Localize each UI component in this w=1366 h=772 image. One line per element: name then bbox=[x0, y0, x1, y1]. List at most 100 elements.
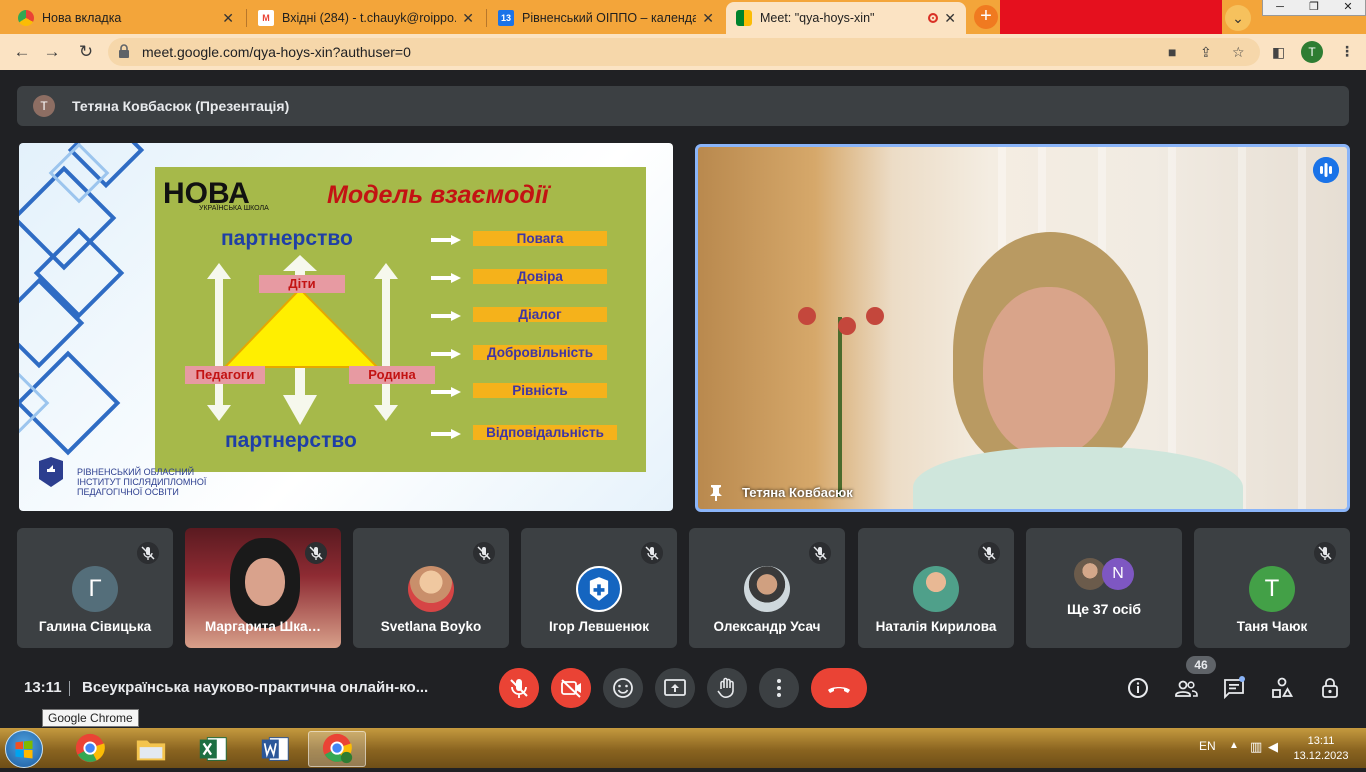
participant-tile[interactable]: T Таня Чаюк bbox=[1194, 528, 1350, 648]
tab-divider bbox=[246, 9, 247, 27]
participant-name: Ігор Левшенюк bbox=[549, 619, 649, 634]
raise-hand-button[interactable] bbox=[707, 668, 747, 708]
window-controls: ─ ❐ ✕ bbox=[1262, 0, 1366, 16]
triangle-label-teachers: Педагоги bbox=[185, 366, 265, 384]
pin-icon[interactable] bbox=[708, 483, 724, 501]
camera-icon[interactable]: ■ bbox=[1168, 44, 1176, 60]
windows-logo-icon bbox=[15, 740, 33, 759]
participant-tile[interactable]: Маргарита Шка… bbox=[185, 528, 341, 648]
speaking-indicator-icon bbox=[1313, 157, 1339, 183]
system-time: 13:11 bbox=[1307, 735, 1335, 747]
participant-tile[interactable]: Svetlana Boyko bbox=[353, 528, 509, 648]
new-tab-button[interactable]: + bbox=[974, 5, 998, 29]
more-menu-icon[interactable]: ⋮ bbox=[1340, 43, 1354, 60]
tab-search-button[interactable]: ⌄ bbox=[1225, 5, 1251, 31]
presenter-avatar: T bbox=[33, 95, 55, 117]
tab-meet[interactable]: Meet: "qya-hoys-xin" ✕ bbox=[726, 2, 966, 34]
taskbar-excel[interactable] bbox=[184, 731, 242, 767]
participant-tile[interactable]: Наталія Кирилова bbox=[858, 528, 1014, 648]
activities-icon[interactable] bbox=[1270, 676, 1294, 700]
profile-avatar[interactable]: T bbox=[1301, 41, 1323, 63]
tab-label: Рівненський ОІППО – календар bbox=[522, 11, 697, 25]
tab-new-tab[interactable]: Нова вкладка ✕ bbox=[8, 2, 244, 34]
lock-icon[interactable] bbox=[118, 44, 130, 58]
minimize-button[interactable]: ─ bbox=[1263, 0, 1297, 15]
flower-stem bbox=[838, 317, 842, 497]
leave-call-button[interactable] bbox=[811, 668, 867, 708]
presenter-label: Тетяна Ковбасюк (Презентація) bbox=[72, 98, 290, 114]
meet-icon bbox=[736, 10, 752, 26]
language-indicator[interactable]: EN bbox=[1199, 739, 1216, 753]
arrow-right-icon bbox=[431, 349, 461, 359]
back-button[interactable]: ← bbox=[10, 40, 34, 64]
side-panel-icon[interactable]: ◧ bbox=[1272, 44, 1285, 61]
institute-logo-icon bbox=[589, 577, 609, 601]
window-close-button[interactable]: ✕ bbox=[1331, 0, 1365, 15]
participant-name: Таня Чаюк bbox=[1236, 619, 1308, 634]
emoji-reaction-button[interactable] bbox=[603, 668, 643, 708]
institute-logo-icon bbox=[39, 457, 63, 487]
url-text[interactable]: meet.google.com/qya-hoys-xin?authuser=0 bbox=[142, 44, 411, 60]
reload-button[interactable]: ↻ bbox=[74, 40, 98, 64]
people-icon[interactable] bbox=[1174, 676, 1198, 700]
start-button[interactable] bbox=[5, 730, 43, 768]
avatar: Г bbox=[72, 566, 118, 612]
forward-button[interactable]: → bbox=[40, 40, 64, 64]
participant-name: Олександр Усач bbox=[713, 619, 821, 634]
participant-name: Наталія Кирилова bbox=[875, 619, 997, 634]
arrow-right-icon bbox=[431, 429, 461, 439]
more-options-button[interactable] bbox=[759, 668, 799, 708]
taskbar-chrome-active[interactable] bbox=[308, 731, 366, 767]
chrome-tooltip: Google Chrome bbox=[42, 709, 139, 727]
system-clock[interactable]: 13:11 13.12.2023 bbox=[1286, 734, 1356, 764]
tray-expand-icon[interactable]: ▲ bbox=[1229, 740, 1239, 751]
host-controls-icon[interactable] bbox=[1318, 676, 1342, 700]
close-icon[interactable]: ✕ bbox=[944, 10, 956, 27]
chrome-icon bbox=[75, 733, 105, 763]
speaker-name: Тетяна Ковбасюк bbox=[742, 485, 853, 500]
participant-tile[interactable]: Олександр Усач bbox=[689, 528, 845, 648]
taskbar-word[interactable] bbox=[246, 731, 304, 767]
word-icon bbox=[261, 737, 289, 761]
avatar: N bbox=[1102, 558, 1134, 590]
bookmark-star-icon[interactable]: ☆ bbox=[1232, 44, 1245, 61]
taskbar: EN ▲ ▥ ◀ 13:11 13.12.2023 bbox=[0, 728, 1366, 768]
mic-toggle-button[interactable] bbox=[499, 668, 539, 708]
present-screen-button[interactable] bbox=[655, 668, 695, 708]
chat-icon[interactable] bbox=[1222, 676, 1246, 700]
maximize-button[interactable]: ❐ bbox=[1297, 0, 1331, 15]
participant-video-face bbox=[245, 558, 285, 606]
taskbar-file-explorer[interactable] bbox=[122, 731, 180, 767]
info-icon[interactable] bbox=[1126, 676, 1150, 700]
volume-icon[interactable]: ◀ bbox=[1268, 739, 1278, 755]
folder-icon bbox=[136, 740, 166, 761]
rose bbox=[866, 307, 884, 325]
address-bar[interactable]: meet.google.com/qya-hoys-xin?authuser=0 … bbox=[108, 38, 1260, 66]
avatar bbox=[408, 566, 454, 612]
slide-content: НОВА УКРАЇНСЬКА ШКОЛА Модель взаємодії п… bbox=[155, 167, 646, 472]
close-icon[interactable]: ✕ bbox=[462, 10, 474, 27]
mic-off-icon bbox=[473, 542, 495, 564]
mic-off-icon bbox=[641, 542, 663, 564]
close-icon[interactable]: ✕ bbox=[702, 10, 714, 27]
calendar-icon: 13 bbox=[498, 10, 514, 26]
taskbar-chrome[interactable] bbox=[62, 731, 120, 767]
share-icon[interactable]: ⇪ bbox=[1200, 44, 1212, 61]
camera-toggle-button[interactable] bbox=[551, 668, 591, 708]
tab-strip: Нова вкладка ✕ M Вхідні (284) - t.chauyk… bbox=[0, 0, 1366, 34]
tab-divider bbox=[486, 9, 487, 27]
presentation-slide[interactable]: НОВА УКРАЇНСЬКА ШКОЛА Модель взаємодії п… bbox=[19, 143, 673, 511]
more-participants-tile[interactable]: N Ще 37 осіб bbox=[1026, 528, 1182, 648]
speaker-body bbox=[913, 447, 1243, 509]
tab-gmail[interactable]: M Вхідні (284) - t.chauyk@roippo.org ✕ bbox=[248, 2, 484, 34]
network-icon[interactable]: ▥ bbox=[1250, 739, 1262, 755]
participant-tile[interactable]: Г Галина Сівицька bbox=[17, 528, 173, 648]
excel-icon bbox=[199, 737, 227, 761]
tab-calendar[interactable]: 13 Рівненський ОІППО – календар ✕ bbox=[488, 2, 724, 34]
mic-off-icon bbox=[809, 542, 831, 564]
speaker-video-tile[interactable]: Тетяна Ковбасюк bbox=[695, 144, 1350, 512]
participant-tile[interactable]: Ігор Левшенюк bbox=[521, 528, 677, 648]
mic-off-icon bbox=[305, 542, 327, 564]
triangle-label-children: Діти bbox=[259, 275, 345, 293]
close-icon[interactable]: ✕ bbox=[222, 10, 234, 27]
